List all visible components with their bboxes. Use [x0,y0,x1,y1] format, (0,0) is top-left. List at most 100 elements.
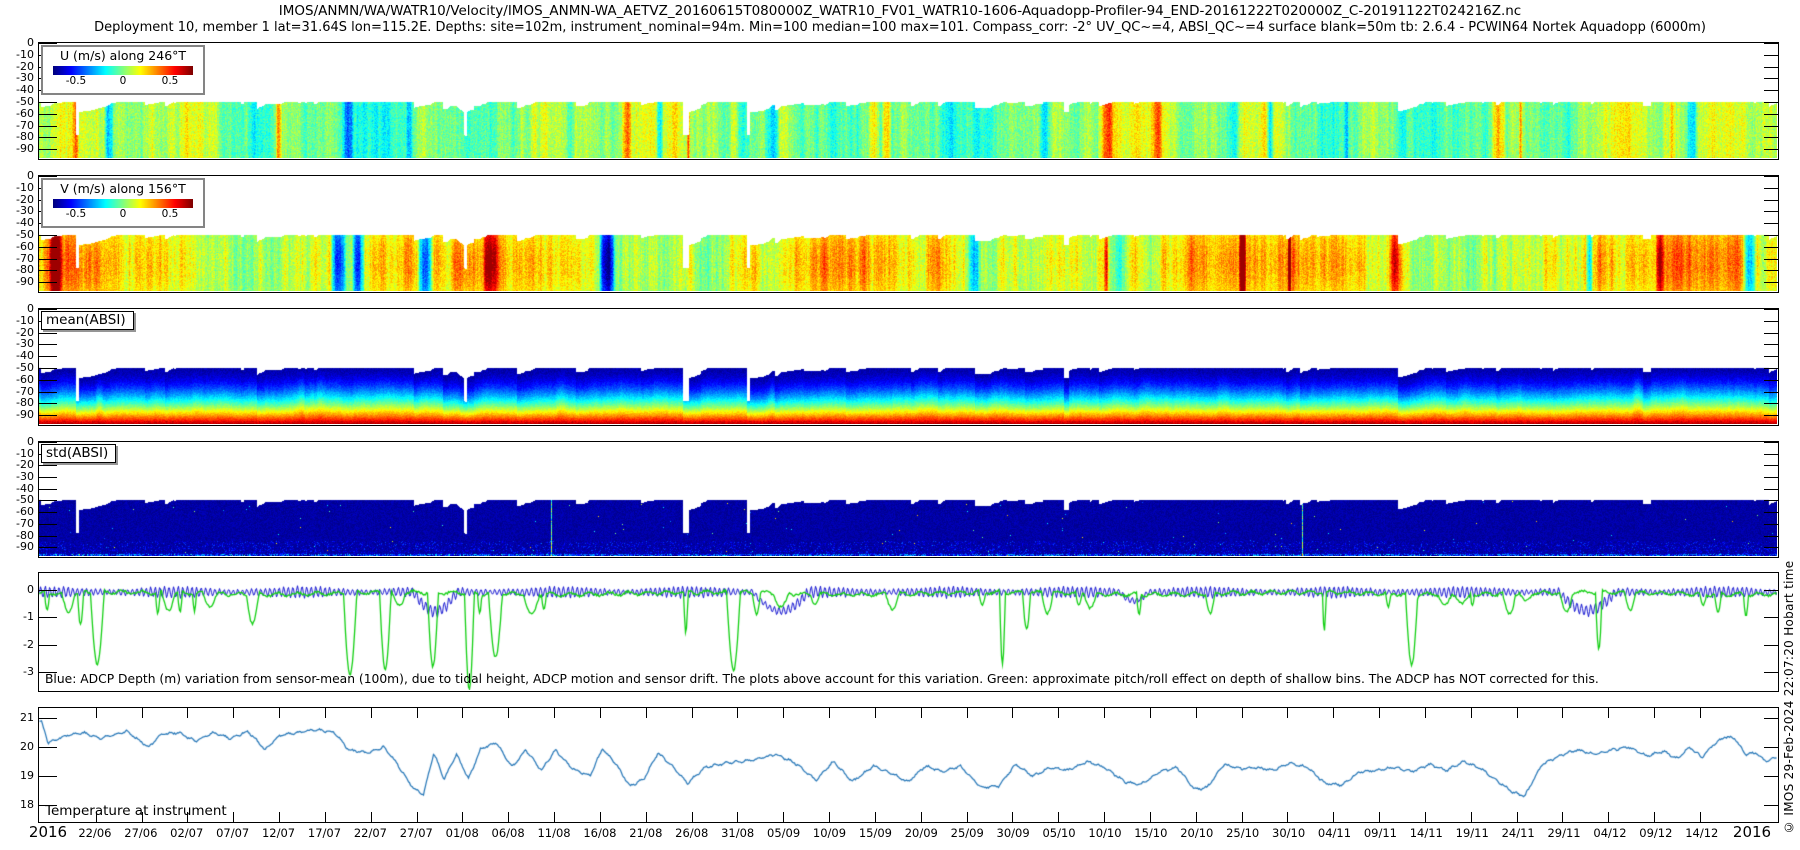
x-axis-tick-top [1425,708,1426,718]
mean-absi-heatmap [39,309,1777,424]
y-axis-tick-right [1764,380,1778,381]
y-axis-tick-right [1764,590,1778,591]
depth-variation-annotation: Blue: ADCP Depth (m) variation from sens… [45,672,1599,686]
mean-absi-label: mean(ABSI) [46,312,126,328]
y-axis-tick-right [1764,442,1778,443]
y-axis-tick-right [1764,415,1778,416]
x-axis-tick-top [1012,708,1013,718]
y-axis-tick-label: -2 [0,638,34,651]
y-axis-tick-left [39,617,57,618]
x-axis-tick-bottom [371,812,372,822]
x-axis-tick-bottom [921,812,922,822]
y-axis-tick-left [39,776,57,777]
y-axis-tick-right [1764,309,1778,310]
x-axis-tick-top [1654,708,1655,718]
y-axis-tick-left [39,489,57,490]
y-axis-tick-right [1764,270,1778,271]
x-axis-tick-top [600,708,601,718]
x-axis-tick-bottom [1012,812,1013,822]
u-colorbar [53,66,193,75]
u-velocity-heatmap [39,43,1777,158]
x-axis-tick-top [1287,708,1288,718]
y-axis-tick-left [39,477,57,478]
x-axis-tick-top [1471,708,1472,718]
x-axis-tick-top [462,708,463,718]
aquadopp-velocity-figure: IMOS/ANMN/WA/WATR10/Velocity/IMOS_ANMN-W… [0,0,1800,850]
x-axis-tick-bottom [1242,812,1243,822]
y-axis-tick-right [1764,90,1778,91]
y-axis-tick-right [1764,356,1778,357]
x-axis-tick-bottom [1517,812,1518,822]
x-axis-tick-bottom [1700,812,1701,822]
x-axis-tick-bottom [554,812,555,822]
y-axis-tick-left [39,465,57,466]
x-axis-tick-bottom [737,812,738,822]
mean-absi-label-box: mean(ABSI) [41,311,134,330]
x-axis-tick-bottom [462,812,463,822]
temperature-plot [39,708,1777,821]
x-axis-tick-top [417,708,418,718]
y-axis-tick-label: 19 [0,769,34,782]
y-axis-tick-left [39,403,57,404]
y-axis-tick-right [1764,454,1778,455]
x-axis-tick-bottom [1287,812,1288,822]
y-axis-tick-label: -1 [0,610,34,623]
panel-depth-variation: Blue: ADCP Depth (m) variation from sens… [38,572,1779,692]
y-axis-tick-right [1764,718,1778,719]
x-axis-tick-bottom [967,812,968,822]
x-axis-tick-top [1333,708,1334,718]
y-axis-tick-right [1764,78,1778,79]
x-axis-tick-top [325,708,326,718]
y-axis-tick-right [1764,102,1778,103]
x-axis-tick-bottom [1425,812,1426,822]
x-axis-tick-bottom [1471,812,1472,822]
y-axis-tick-right [1764,321,1778,322]
u-colorbar-legend: U (m/s) along 246°T -0.5 0 0.5 [41,45,205,95]
v-velocity-heatmap [39,176,1777,291]
figure-subtitle-deployment-info: Deployment 10, member 1 lat=31.64S lon=1… [0,20,1800,35]
y-axis-tick-left [39,368,57,369]
u-colorbar-tick-zero: 0 [120,75,127,87]
x-axis-tick-top [646,708,647,718]
x-axis-tick-bottom [600,812,601,822]
y-axis-tick-right [1764,465,1778,466]
temperature-label: Temperature at instrument [45,803,227,819]
y-axis-tick-left [39,356,57,357]
x-axis-tick-top [921,708,922,718]
x-axis-tick-bottom [508,812,509,822]
y-axis-tick-right [1764,645,1778,646]
u-colorbar-tick-neg: -0.5 [66,75,87,87]
x-axis-tick-top [783,708,784,718]
y-axis-tick-right [1764,524,1778,525]
y-axis-tick-left [39,270,57,271]
x-axis-tick-bottom [829,812,830,822]
x-axis-tick-bottom [233,812,234,822]
x-axis-tick-top [1196,708,1197,718]
x-axis-tick-top [96,708,97,718]
y-axis-tick-label: 18 [0,798,34,811]
y-axis-tick-left [39,344,57,345]
y-axis-tick-left [39,176,57,177]
x-axis-tick-top [1517,708,1518,718]
x-axis-tick-bottom [1150,812,1151,822]
x-axis-tick-top [142,708,143,718]
y-axis-tick-right [1764,477,1778,478]
x-axis-tick-top [371,708,372,718]
x-axis-tick-bottom [692,812,693,822]
y-axis-tick-left [39,442,57,443]
y-axis-tick-left [39,149,57,150]
y-axis-tick-left [39,137,57,138]
std-absi-label: std(ABSI) [46,445,108,461]
std-absi-heatmap [39,442,1777,556]
v-colorbar-legend: V (m/s) along 156°T -0.5 0 0.5 [41,178,205,228]
y-axis-tick-left [39,512,57,513]
y-axis-tick-right [1764,672,1778,673]
y-axis-tick-left [39,126,57,127]
y-axis-tick-label: -90 [0,142,34,155]
x-axis-tick-top [1150,708,1151,718]
x-axis-tick-bottom [1196,812,1197,822]
v-legend-title: V (m/s) along 156°T [43,181,203,196]
std-absi-label-box: std(ABSI) [41,444,116,463]
y-axis-tick-left [39,114,57,115]
x-axis-tick-top [1058,708,1059,718]
